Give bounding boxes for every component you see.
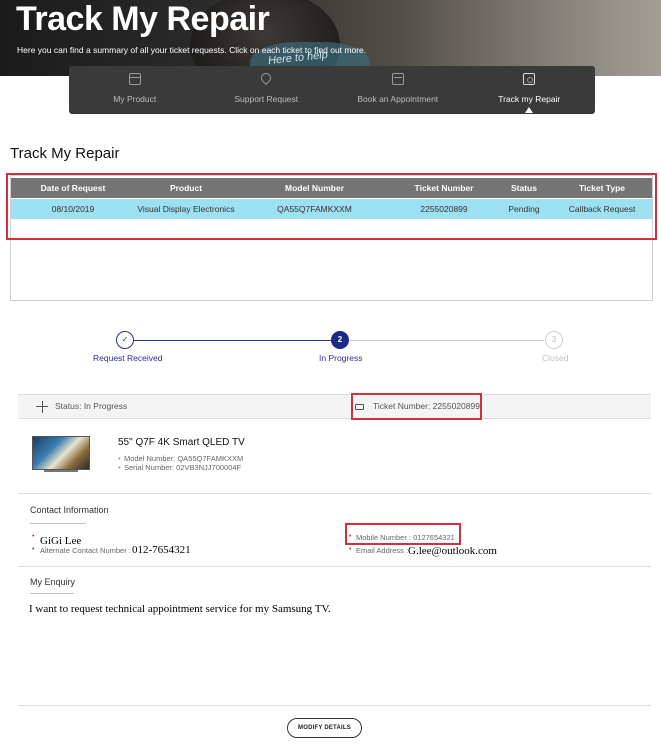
- contact-section-title: Contact Information: [30, 505, 109, 515]
- step-1-check-icon: ✓: [116, 331, 134, 349]
- step-label-request-received: Request Received: [93, 353, 163, 363]
- box-icon: [128, 73, 141, 85]
- tab-support-request[interactable]: Support Request: [201, 66, 333, 114]
- table-highlight-box: [6, 173, 657, 240]
- product-name: 55" Q7F 4K Smart QLED TV: [118, 437, 245, 448]
- divider: [18, 566, 651, 567]
- bullet-icon: •: [32, 533, 35, 540]
- contact-title-underline: [30, 523, 86, 524]
- step-3-circle: 3: [545, 331, 563, 349]
- tab-track-my-repair[interactable]: Track my Repair: [464, 66, 596, 114]
- location-pin-icon: [259, 70, 274, 86]
- status-bar: Status: In Progress Ticket Number: 22550…: [18, 394, 651, 419]
- alternate-contact-label: Alternate Contact Number :: [40, 546, 131, 555]
- hero-subtitle: Here you can find a summary of all your …: [17, 45, 367, 55]
- support-tabs: My Product Support Request Book an Appoi…: [69, 66, 595, 114]
- hero-banner: Here to help Track My Repair Here you ca…: [0, 0, 661, 76]
- alternate-contact-value: 012-7654321: [132, 544, 191, 556]
- hero-background: [401, 0, 661, 76]
- page-title: Track My Repair: [10, 145, 120, 162]
- bullet-icon: •: [349, 546, 352, 553]
- tab-label: Book an Appointment: [357, 94, 439, 104]
- product-model-number: Model Number: QA55Q7FAMKXXM: [118, 454, 243, 463]
- divider: [18, 493, 651, 494]
- tab-label: Track my Repair: [498, 94, 561, 104]
- divider: [18, 705, 651, 706]
- clock-icon: [523, 73, 536, 85]
- email-label: Email Address :: [356, 546, 409, 555]
- tab-my-product[interactable]: My Product: [69, 66, 201, 114]
- step-label-in-progress: In Progress: [319, 353, 363, 363]
- mobile-highlight-box: [345, 523, 461, 545]
- tab-label: Support Request: [234, 94, 299, 104]
- bullet-icon: •: [32, 546, 35, 553]
- modify-details-button[interactable]: MODIFY DETAILS: [287, 718, 362, 738]
- status-progress-icon: [36, 401, 48, 413]
- step-label-closed: Closed: [542, 353, 569, 363]
- enquiry-section-title: My Enquiry: [30, 577, 76, 587]
- enquiry-title-underline: [30, 593, 74, 594]
- progress-line-pending: [347, 340, 544, 341]
- tv-product-image: [32, 436, 90, 470]
- active-tab-caret-icon: [525, 107, 534, 113]
- step-2-circle: 2: [331, 331, 349, 349]
- status-text: Status: In Progress: [55, 401, 128, 411]
- tab-book-appointment[interactable]: Book an Appointment: [332, 66, 464, 114]
- ticket-highlight-box: [351, 393, 482, 420]
- progress-line-complete: [133, 340, 331, 341]
- calendar-icon: [391, 73, 404, 85]
- tab-label: My Product: [113, 94, 157, 104]
- email-value: G.lee@outlook.com: [408, 545, 497, 557]
- hero-title: Track My Repair: [16, 0, 270, 38]
- tv-stand-image: [44, 470, 78, 472]
- enquiry-text: I want to request technical appointment …: [29, 603, 331, 615]
- product-serial-number: Serial Number: 02VB3NJJ700004F: [118, 463, 241, 472]
